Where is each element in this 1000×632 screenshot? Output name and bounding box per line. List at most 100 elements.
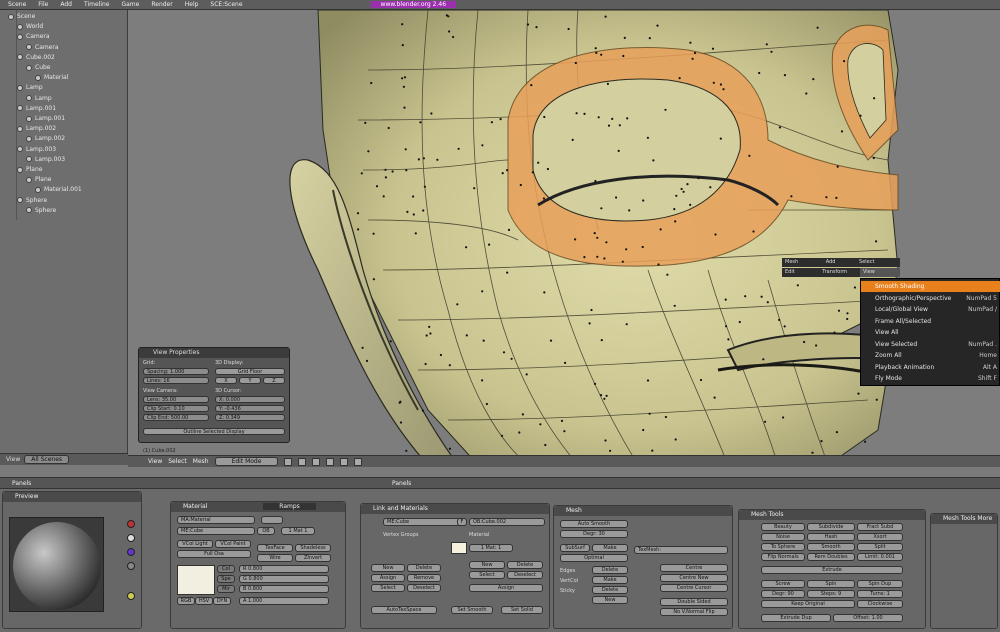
scene-selector[interactable]: SCE:Scene	[206, 1, 246, 8]
outliner-item[interactable]: Lamp	[17, 84, 43, 91]
preview-monkey-icon[interactable]	[127, 562, 135, 570]
ctx-edit[interactable]: Edit	[785, 269, 795, 275]
auto-smooth-degr[interactable]: Degr: 30	[560, 530, 628, 538]
occlude-icon[interactable]	[326, 457, 335, 466]
outliner-item[interactable]: Lamp.001	[17, 105, 56, 112]
view-menu-item[interactable]: Zoom All Home	[861, 350, 1000, 361]
r-slider[interactable]: R 0.800	[239, 565, 329, 573]
material-assign-button[interactable]: Assign	[469, 584, 543, 592]
col-button[interactable]: Col	[217, 565, 235, 573]
autotexspace-toggle[interactable]: AutoTexSpace	[371, 606, 437, 614]
vertex-select-icon[interactable]	[284, 457, 293, 466]
outliner-item[interactable]: Lamp.002	[17, 125, 56, 132]
panels-menu[interactable]: Panels	[392, 480, 411, 487]
limit-field[interactable]: Limit: 0.001	[857, 553, 903, 561]
menu-game[interactable]: Game	[117, 1, 143, 8]
outliner-item[interactable]: Scene	[8, 13, 35, 20]
a-slider[interactable]: A 1.000	[239, 597, 329, 605]
ctx-view-tab[interactable]: View	[860, 268, 900, 277]
spin-button[interactable]: Spin	[807, 580, 855, 588]
subdivide-button[interactable]: Subdivide	[807, 523, 855, 531]
extrude-dup-button[interactable]: Extrude Dup	[761, 614, 831, 622]
outliner-item[interactable]: Cube	[26, 64, 51, 71]
flip-normals-button[interactable]: Flip Normals	[761, 553, 805, 561]
edge-select-icon[interactable]	[298, 457, 307, 466]
view-menu-item[interactable]: Fly Mode Shift F	[861, 373, 1000, 384]
b-slider[interactable]: B 0.800	[239, 585, 329, 593]
vgroup-new-button[interactable]: New	[371, 564, 405, 572]
outliner-display-select[interactable]: All Scenes	[24, 455, 70, 464]
set-solid-button[interactable]: Set Solid	[501, 606, 543, 614]
view-properties-title[interactable]: View Properties	[139, 348, 289, 358]
outline-selected-toggle[interactable]: Outline Selected Display	[143, 428, 285, 435]
material-users[interactable]	[261, 516, 283, 524]
view-menu-item[interactable]: Frame All/Selected	[861, 316, 1000, 327]
centre-new-button[interactable]: Centre New	[660, 574, 728, 582]
noise-button[interactable]: Noise	[761, 533, 805, 541]
material-name-field[interactable]: MA:Material	[177, 516, 255, 524]
ctx-add[interactable]: Add	[826, 259, 836, 265]
material-delete-button[interactable]: Delete	[507, 561, 543, 569]
link-mesh-field[interactable]: ME:Cube	[383, 518, 467, 526]
menu-timeline[interactable]: Timeline	[80, 1, 114, 8]
outliner-item[interactable]: Camera	[26, 44, 59, 51]
dyn-toggle[interactable]: DYN	[213, 597, 231, 605]
outliner-item[interactable]: Plane	[17, 166, 42, 173]
lens-field[interactable]: Lens: 35.00	[143, 396, 209, 403]
viewport-view-menu[interactable]: View	[148, 458, 162, 465]
mat-index[interactable]: 1 Mat 1	[281, 527, 315, 535]
y-axis-toggle[interactable]: Y	[239, 377, 261, 384]
fract-subd-button[interactable]: Fract Subd	[857, 523, 903, 531]
extrude-button[interactable]: Extrude	[761, 566, 903, 574]
view-menu-item[interactable]: Local/Global View NumPad /	[861, 304, 1000, 315]
z-axis-toggle[interactable]: Z	[263, 377, 285, 384]
hash-button[interactable]: Hash	[807, 533, 855, 541]
mesh-tools-more-title[interactable]: Mesh Tools More	[931, 514, 997, 524]
vgroup-delete-button[interactable]: Delete	[407, 564, 441, 572]
vgroup-remove-button[interactable]: Remove	[407, 574, 441, 582]
centre-button[interactable]: Centre	[660, 564, 728, 572]
outliner-item[interactable]: Sphere	[26, 207, 56, 214]
texmesh-field[interactable]: TexMesh:	[634, 546, 728, 554]
clip-end-field[interactable]: Clip End: 500.00	[143, 414, 209, 421]
keep-original-toggle[interactable]: Keep Original	[761, 600, 855, 608]
preview-mat-icon[interactable]	[127, 520, 135, 528]
clockwise-toggle[interactable]: Clockwise	[857, 600, 903, 608]
turns-field[interactable]: Turns: 1	[857, 590, 903, 598]
cursor-y-field[interactable]: Y: -0.436	[215, 405, 285, 412]
outliner-item[interactable]: Material	[35, 74, 68, 81]
link-object-field[interactable]: OB:Cube.002	[469, 518, 545, 526]
vcol-light-toggle[interactable]: VCol Light	[177, 540, 213, 548]
mesh-tools-title[interactable]: Mesh Tools	[739, 510, 925, 520]
cursor-z-field[interactable]: Z: 0.349	[215, 414, 285, 421]
screw-button[interactable]: Screw	[761, 580, 805, 588]
view-menu-item[interactable]: Smooth Shading	[861, 281, 1000, 292]
menu-file[interactable]: File	[34, 1, 52, 8]
material-deselect-button[interactable]: Deselect	[507, 571, 543, 579]
vgroup-deselect-button[interactable]: Deselect	[407, 584, 441, 592]
vertcol-make[interactable]: Make	[592, 576, 628, 584]
mesh-name-field[interactable]: ME:Cube	[177, 527, 255, 535]
wire-toggle[interactable]: Wire	[257, 554, 293, 562]
offset-field[interactable]: Offset: 1.00	[833, 614, 903, 622]
x-axis-toggle[interactable]: X	[215, 377, 237, 384]
outliner-item[interactable]: Sphere	[17, 197, 47, 204]
outliner-item[interactable]: Lamp.003	[26, 156, 65, 163]
material-new-button[interactable]: New	[469, 561, 505, 569]
optimal-toggle[interactable]: Optimal	[560, 554, 628, 562]
view-menu-item[interactable]: View Selected NumPad .	[861, 339, 1000, 350]
mesh-title[interactable]: Mesh	[554, 506, 732, 516]
beauty-toggle[interactable]: Beauty	[761, 523, 805, 531]
double-sided-toggle[interactable]: Double Sided	[660, 598, 728, 606]
view-menu-item[interactable]: Orthographic/Perspective NumPad 5	[861, 293, 1000, 304]
menu-help[interactable]: Help	[181, 1, 203, 8]
face-select-icon[interactable]	[312, 457, 321, 466]
sticky-label[interactable]: SubSurf	[560, 544, 590, 552]
split-button[interactable]: Split	[857, 543, 903, 551]
edit-mode-dropdown[interactable]: Edit Mode	[214, 457, 279, 466]
zinvert-toggle[interactable]: ZInvert	[295, 554, 331, 562]
material-index-field[interactable]: 1 Mat: 1	[469, 544, 513, 552]
outliner-item[interactable]: Lamp	[26, 95, 52, 102]
menu-scene[interactable]: Scene	[4, 1, 30, 8]
texface-toggle[interactable]: TexFace	[257, 544, 293, 552]
